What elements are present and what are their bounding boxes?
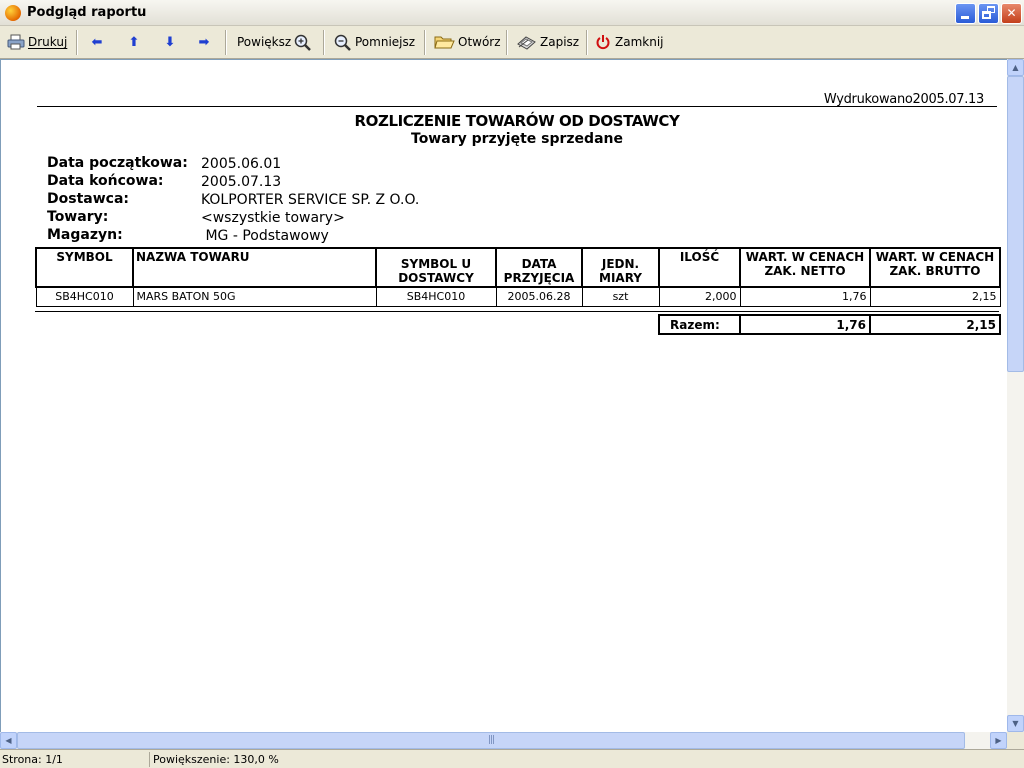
power-icon xyxy=(596,34,612,50)
prev-page-button[interactable]: ⬆ xyxy=(126,31,142,53)
table-cell: MARS BATON 50G xyxy=(132,286,377,307)
report-title: ROZLICZENIE TOWARÓW OD DOSTAWCY xyxy=(354,112,680,130)
table-cell: 1,76 xyxy=(739,286,871,307)
totals-brutto: 2,15 xyxy=(869,314,1001,335)
scroll-down-button[interactable]: ▼ xyxy=(1007,715,1024,732)
restore-button[interactable] xyxy=(978,3,999,24)
scroll-up-button[interactable]: ▲ xyxy=(1007,59,1024,76)
column-header: NAZWA TOWARU xyxy=(132,247,377,288)
param-label: Data końcowa: xyxy=(47,173,164,189)
param-label: Dostawca: xyxy=(47,191,129,207)
status-page: Strona: 1/1 xyxy=(0,752,150,767)
table-cell: szt xyxy=(581,286,660,307)
minimize-button[interactable] xyxy=(955,3,976,24)
table-cell: 2005.06.28 xyxy=(495,286,583,307)
arrow-right-icon: ➡ xyxy=(198,34,210,50)
save-icon xyxy=(516,34,537,50)
zoom-out-icon xyxy=(334,34,352,51)
param-value: MG - Podstawowy xyxy=(201,228,329,244)
close-window-button[interactable]: ✕ xyxy=(1001,3,1022,24)
last-page-button[interactable]: ➡ xyxy=(196,31,212,53)
first-page-button[interactable]: ⬅ xyxy=(89,31,105,53)
param-value: 2005.07.13 xyxy=(201,174,282,190)
arrow-up-icon: ⬆ xyxy=(128,34,140,50)
save-button[interactable]: Zapisz xyxy=(516,31,579,53)
param-value: <wszystkie towary> xyxy=(201,210,345,226)
zoom-in-button[interactable]: Powiększ xyxy=(237,31,315,53)
print-button[interactable]: Drukuj xyxy=(7,31,67,53)
totals-row: Razem: 1,76 2,15 xyxy=(658,314,1001,335)
header-rule xyxy=(37,106,997,107)
table-row: SB4HC010 MARS BATON 50G SB4HC010 2005.06… xyxy=(35,286,1001,307)
print-label: Drukuj xyxy=(28,35,68,49)
printer-icon xyxy=(7,34,25,50)
scroll-left-button[interactable]: ◀ xyxy=(0,732,17,749)
zoom-in-label: Powiększ xyxy=(237,35,292,49)
close-report-button[interactable]: Zamknij xyxy=(596,31,664,53)
vertical-scroll-thumb[interactable] xyxy=(1007,76,1024,372)
folder-open-icon xyxy=(434,34,455,50)
column-header: WART. W CENACH ZAK. NETTO xyxy=(739,247,871,288)
zoom-out-button[interactable]: Pomniejsz xyxy=(334,31,415,53)
param-label: Magazyn: xyxy=(47,227,123,243)
horizontal-scrollbar[interactable]: ◀ ||| ▶ xyxy=(0,732,1007,749)
status-zoom: Powiększenie: 130,0 % xyxy=(153,753,279,766)
column-header: SYMBOL xyxy=(35,247,134,288)
table-cell: 2,15 xyxy=(869,286,1001,307)
save-label: Zapisz xyxy=(540,35,580,49)
column-header: DATA PRZYJĘCIA xyxy=(495,247,583,288)
param-value: KOLPORTER SERVICE SP. Z O.O. xyxy=(201,192,420,208)
param-label: Data początkowa: xyxy=(47,155,188,171)
title-bar: Podgląd raportu ✕ xyxy=(0,0,1024,26)
table-end-rule xyxy=(35,311,999,312)
column-header: SYMBOL U DOSTAWCY xyxy=(375,247,497,288)
vertical-scrollbar[interactable]: ▲ ▼ xyxy=(1007,59,1024,732)
window-title: Podgląd raportu xyxy=(27,5,147,20)
table-cell: SB4HC010 xyxy=(35,286,134,307)
toolbar: Drukuj ⬅ ⬆ ⬇ ➡ Powiększ Pomniejsz Otwórz… xyxy=(0,26,1024,59)
table-cell: 2,000 xyxy=(658,286,741,307)
arrow-left-icon: ⬅ xyxy=(91,34,103,50)
totals-netto: 1,76 xyxy=(739,314,871,335)
open-label: Otwórz xyxy=(458,35,501,49)
zoom-in-icon xyxy=(294,34,312,51)
app-icon xyxy=(5,5,21,21)
status-bar: Strona: 1/1 Powiększenie: 130,0 % xyxy=(0,749,1024,768)
open-button[interactable]: Otwórz xyxy=(434,31,501,53)
param-label: Towary: xyxy=(47,209,109,225)
report-subtitle: Towary przyjęte sprzedane xyxy=(411,131,623,147)
column-header: JEDN. MIARY xyxy=(581,247,660,288)
param-value: 2005.06.01 xyxy=(201,156,282,172)
column-header: WART. W CENACH ZAK. BRUTTO xyxy=(869,247,1001,288)
horizontal-scroll-thumb[interactable]: ||| xyxy=(17,732,965,749)
totals-label: Razem: xyxy=(658,314,741,335)
table-cell: SB4HC010 xyxy=(375,286,497,307)
column-header: ILOŚĆ xyxy=(658,247,741,288)
scroll-right-button[interactable]: ▶ xyxy=(990,732,1007,749)
next-page-button[interactable]: ⬇ xyxy=(162,31,178,53)
zoom-out-label: Pomniejsz xyxy=(355,35,416,49)
report-preview[interactable]: Wydrukowano2005.07.13 ROZLICZENIE TOWARÓ… xyxy=(0,59,1007,732)
report-table: SYMBOL NAZWA TOWARU SYMBOL U DOSTAWCY DA… xyxy=(35,247,1001,307)
printed-date: Wydrukowano2005.07.13 xyxy=(823,92,984,107)
arrow-down-icon: ⬇ xyxy=(164,34,176,50)
scroll-corner xyxy=(1007,732,1024,749)
report-page: Wydrukowano2005.07.13 ROZLICZENIE TOWARÓ… xyxy=(1,60,1008,733)
close-label: Zamknij xyxy=(615,35,664,49)
